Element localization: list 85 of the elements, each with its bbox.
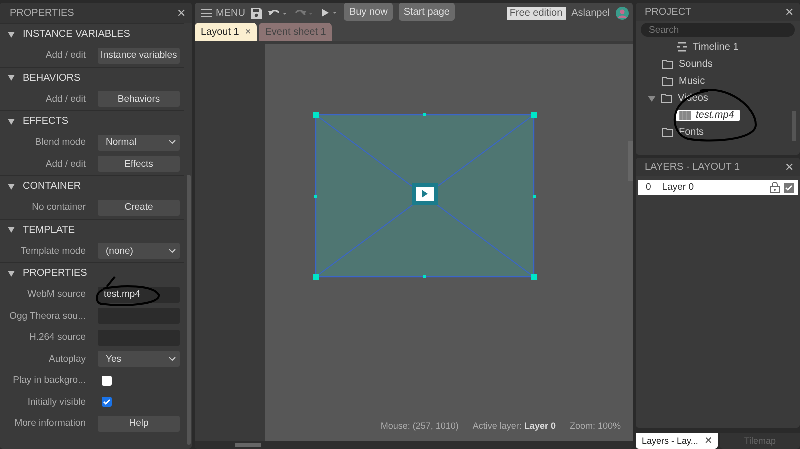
section-header[interactable]: EFFECTS [0, 110, 184, 132]
property-label: Ogg Theora sou... [8, 310, 87, 322]
property-dropdown[interactable]: Normal [98, 134, 180, 151]
panel-title: PROJECT [645, 6, 692, 18]
property-label: Play in backgro... [12, 375, 87, 386]
play-icon[interactable] [320, 8, 338, 18]
tree-item[interactable]: Fonts [662, 127, 704, 138]
checkmark-icon [785, 184, 793, 192]
chevron-icon [169, 140, 176, 146]
video-file-icon [679, 110, 691, 121]
section-header[interactable]: INSTANCE VARIABLES [0, 23, 184, 45]
folder-icon [662, 127, 674, 138]
section-header[interactable]: TEMPLATE [0, 218, 184, 240]
scrollbar-thumb[interactable] [235, 443, 261, 447]
folder-icon [661, 93, 673, 104]
visibility-checkbox[interactable] [784, 182, 794, 192]
checkmark-icon [102, 397, 112, 408]
redo-icon[interactable] [294, 8, 314, 18]
property-label: Add / edit [44, 158, 87, 170]
section-header[interactable]: CONTAINER [0, 175, 184, 197]
chevron-icon [169, 356, 176, 362]
property-label: Template mode [20, 246, 87, 257]
folder-icon [662, 76, 674, 87]
close-button[interactable]: ✕ [785, 160, 794, 174]
chevron-icon [169, 248, 176, 254]
caret-icon[interactable] [648, 96, 656, 102]
property-label: More information [14, 418, 87, 430]
tree-item[interactable]: Music [662, 76, 706, 87]
section-header[interactable]: PROPERTIES [0, 262, 184, 284]
checkbox[interactable] [102, 397, 112, 408]
menu-icon [201, 8, 212, 18]
tree-item[interactable]: Timeline 1 [676, 42, 739, 53]
timeline-icon [676, 42, 688, 53]
property-label: No container [31, 202, 87, 214]
folder-icon [662, 59, 674, 70]
search-field[interactable]: Search [641, 23, 795, 37]
caret-icon [8, 270, 15, 276]
property-label: WebM source [26, 289, 87, 300]
text-field[interactable] [98, 308, 180, 324]
checkbox[interactable] [102, 376, 112, 386]
edition-badge: Free edition [506, 6, 566, 20]
property-label: Add / edit [44, 94, 87, 105]
property-button[interactable]: Effects [98, 156, 180, 172]
layer-row[interactable]: 0 Layer 0 [638, 180, 798, 195]
scrollbar-thumb[interactable] [628, 141, 633, 181]
panel-title: LAYERS - LAYOUT 1 [645, 162, 740, 172]
layer-name: Layer 0 [662, 182, 695, 193]
active-layer-status: Active layer: Layer 0 [472, 421, 556, 431]
panel-title: PROPERTIES [10, 8, 74, 18]
panel-tab[interactable]: Layers - Lay... ✕ [636, 433, 718, 449]
tree-item[interactable]: Sounds [662, 59, 713, 70]
close-tab-button[interactable]: × [245, 26, 252, 38]
caret-icon [8, 227, 15, 233]
undo-icon[interactable] [268, 8, 288, 18]
caret-icon [8, 32, 15, 38]
layer-index: 0 [646, 182, 652, 193]
caret-icon [8, 184, 15, 190]
property-label: Initially visible [26, 396, 87, 408]
section-header[interactable]: BEHAVIORS [0, 66, 184, 88]
property-button[interactable]: Help [98, 416, 180, 432]
caret-icon [8, 118, 15, 124]
zoom-level: Zoom: 100% [570, 421, 621, 431]
close-tab-button[interactable]: ✕ [704, 435, 712, 447]
close-button[interactable]: ✕ [785, 6, 794, 18]
avatar-icon[interactable] [616, 6, 629, 20]
property-dropdown[interactable]: Yes [98, 351, 180, 368]
property-button[interactable]: Behaviors [98, 91, 180, 108]
toolbar-button[interactable]: Buy now [344, 3, 393, 21]
padlock-icon[interactable] [770, 182, 780, 193]
caret-icon [8, 75, 15, 81]
mouse-position: Mouse: (257, 1010) [380, 421, 459, 431]
property-button[interactable]: Create [98, 200, 180, 216]
property-button[interactable]: Instance variables [98, 48, 180, 64]
tree-item[interactable]: test.mp4 [676, 110, 740, 121]
property-label: H.264 source [28, 332, 87, 344]
property-dropdown[interactable]: (none) [98, 243, 180, 260]
property-label: Autoplay [48, 354, 87, 365]
save-icon[interactable] [251, 8, 262, 18]
menu-button[interactable]: MENU [201, 8, 246, 18]
property-label: Blend mode [34, 137, 87, 148]
close-button[interactable]: ✕ [177, 6, 186, 20]
toolbar-button[interactable]: Start page [398, 3, 455, 21]
editor-tab[interactable]: Layout 1 × [195, 23, 258, 41]
username[interactable]: Aslanpel [572, 8, 610, 18]
property-label: Add / edit [44, 50, 87, 62]
